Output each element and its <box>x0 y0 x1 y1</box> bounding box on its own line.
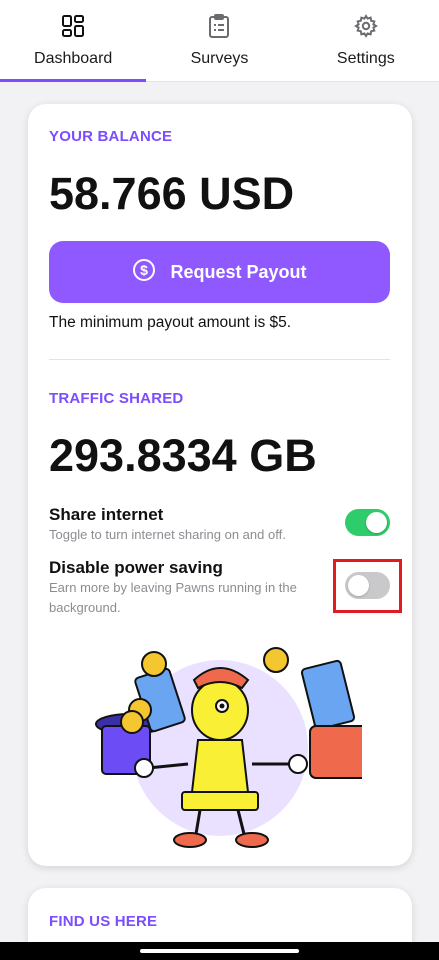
find-us-title: FIND US HERE <box>49 913 158 930</box>
system-navigation-bar <box>0 942 439 960</box>
pawns-mascot-illustration <box>95 647 362 848</box>
clipboard-icon <box>205 12 233 40</box>
top-tab-bar: Dashboard Surveys Settings <box>0 0 439 82</box>
tab-surveys-label: Surveys <box>190 50 249 67</box>
tab-settings[interactable]: Settings <box>293 0 439 81</box>
request-payout-label: Request Payout <box>170 261 307 282</box>
power-saving-title: Disable power saving <box>49 558 223 577</box>
tab-dashboard-label: Dashboard <box>34 50 113 67</box>
traffic-title: TRAFFIC SHARED <box>49 390 184 407</box>
dashboard-icon <box>59 12 87 40</box>
home-handle[interactable] <box>140 949 299 953</box>
traffic-amount: 293.8334 GB <box>49 430 317 481</box>
balance-title: YOUR BALANCE <box>49 128 173 145</box>
svg-text:$: $ <box>141 262 149 278</box>
toggle-knob <box>366 512 387 533</box>
highlight-box <box>333 559 402 613</box>
share-internet-toggle[interactable] <box>345 509 390 536</box>
gear-icon <box>352 12 380 40</box>
tab-surveys[interactable]: Surveys <box>146 0 292 81</box>
tab-dashboard[interactable]: Dashboard <box>0 0 147 82</box>
request-payout-button[interactable]: $ Request Payout <box>49 241 390 303</box>
dashboard-card: YOUR BALANCE 58.766 USD $ Request Payout… <box>28 104 412 866</box>
tab-settings-label: Settings <box>336 50 395 67</box>
share-internet-title: Share internet <box>49 505 164 524</box>
minimum-payout-note: The minimum payout amount is $5. <box>49 314 292 331</box>
share-internet-subtitle: Toggle to turn internet sharing on and o… <box>49 527 286 542</box>
dollar-icon: $ <box>132 258 156 287</box>
section-divider <box>49 359 390 360</box>
power-saving-subtitle: Earn more by leaving Pawns running in th… <box>49 580 297 615</box>
balance-amount: 58.766 USD <box>49 168 295 219</box>
